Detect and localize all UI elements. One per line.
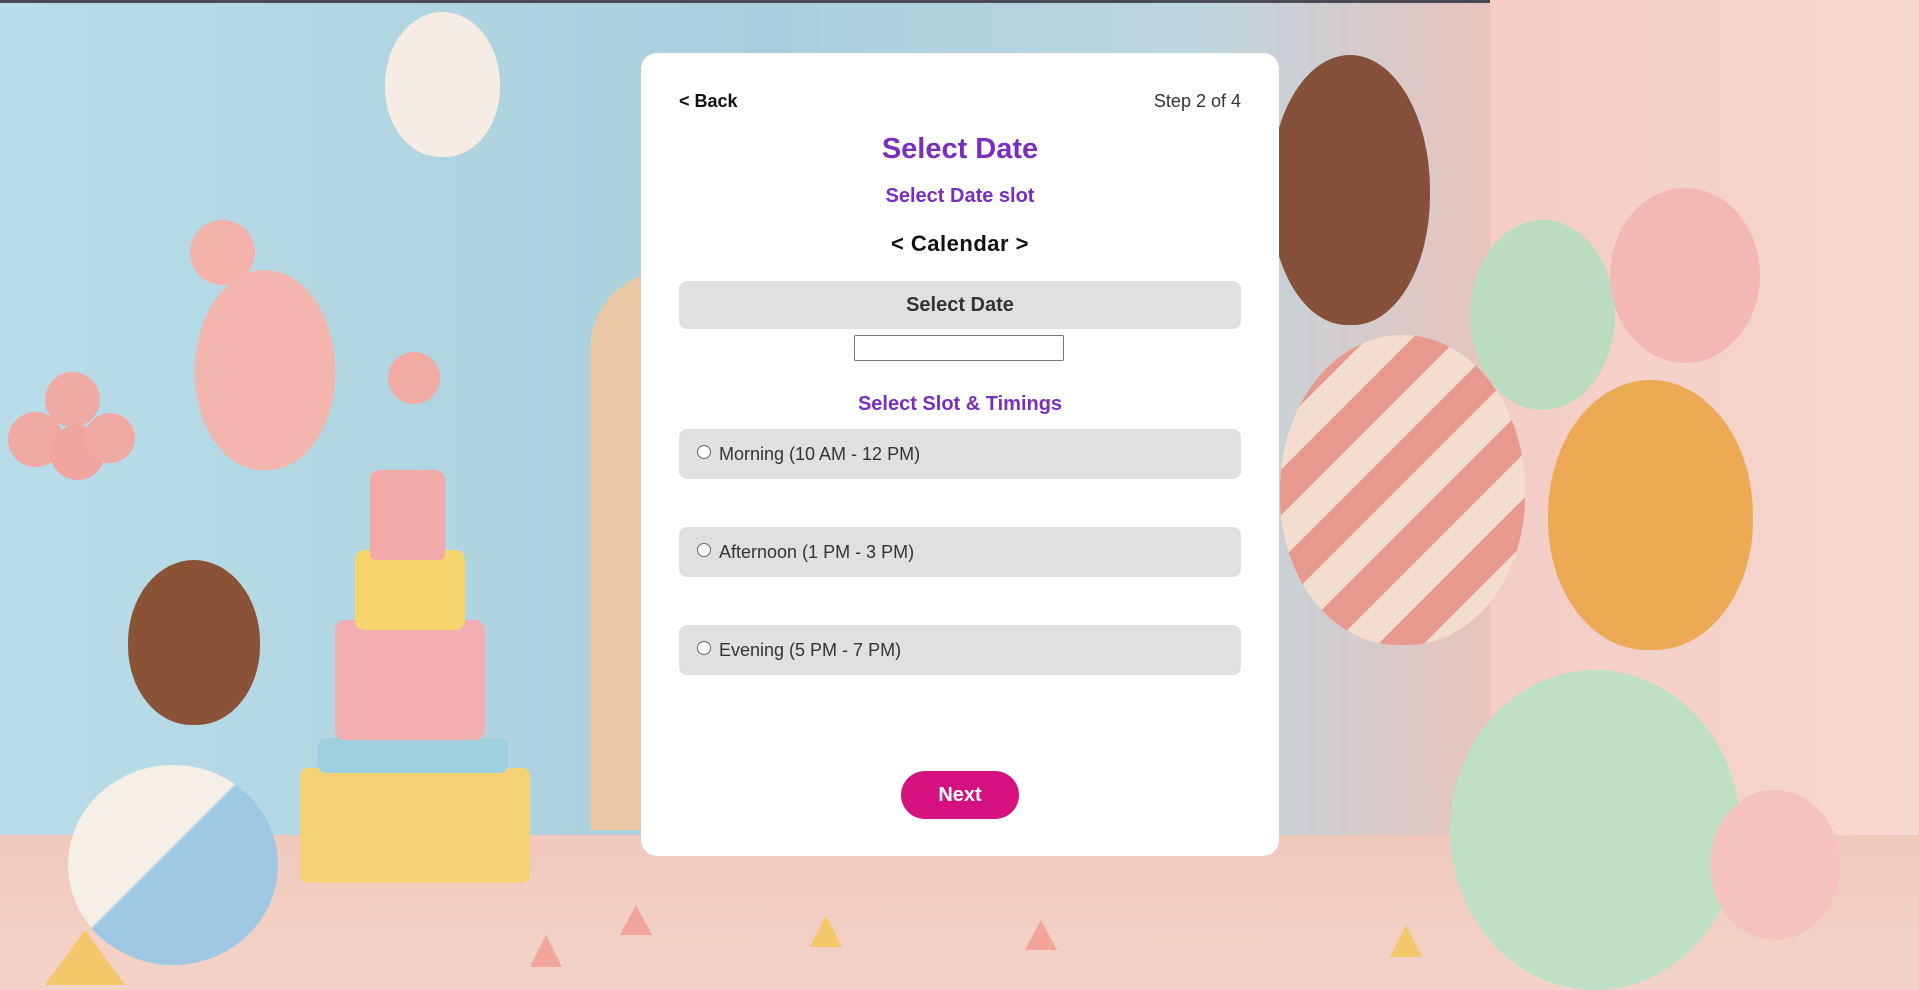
cone-decoration <box>810 915 842 947</box>
balloon-decoration <box>388 352 440 404</box>
balloon-decoration <box>195 270 335 470</box>
balloon-decoration <box>128 560 260 725</box>
date-selection-card: < Back Step 2 of 4 Select Date Select Da… <box>641 53 1279 856</box>
next-button[interactable]: Next <box>901 771 1019 819</box>
date-input[interactable] <box>854 335 1064 361</box>
balloon-decoration <box>1280 335 1525 645</box>
balloon-decoration <box>385 12 500 157</box>
cake-decoration <box>300 768 530 883</box>
balloon-decoration <box>45 372 100 427</box>
slot-section-title: Select Slot & Timings <box>857 393 1063 415</box>
page-title: Select Date <box>881 133 1039 165</box>
slot-label: Evening (5 PM - 7 PM) <box>719 639 902 660</box>
ball-decoration <box>1710 790 1840 940</box>
cone-decoration <box>45 930 125 985</box>
radio-button[interactable] <box>697 445 711 459</box>
slot-option-afternoon[interactable]: Afternoon (1 PM - 3 PM) <box>679 527 1241 577</box>
ball-decoration <box>1450 670 1740 990</box>
radio-button[interactable] <box>697 641 711 655</box>
calendar-nav[interactable]: < Calendar > <box>641 231 1279 257</box>
cake-decoration <box>335 620 485 740</box>
cake-decoration <box>355 550 465 630</box>
cake-decoration <box>318 738 508 773</box>
balloon-decoration <box>1610 188 1760 363</box>
slot-option-morning[interactable]: Morning (10 AM - 12 PM) <box>679 429 1241 479</box>
page-subtitle: Select Date slot <box>885 185 1035 207</box>
slot-label: Afternoon (1 PM - 3 PM) <box>719 541 915 562</box>
step-indicator: Step 2 of 4 <box>1153 91 1241 111</box>
radio-button[interactable] <box>697 543 711 557</box>
balloon-decoration <box>85 413 135 463</box>
slot-option-evening[interactable]: Evening (5 PM - 7 PM) <box>679 625 1241 675</box>
cone-decoration <box>1390 925 1422 957</box>
cone-decoration <box>1025 920 1057 950</box>
back-button[interactable]: < Back <box>679 91 738 112</box>
balloon-decoration <box>1270 55 1430 325</box>
cake-decoration <box>370 470 445 560</box>
cone-decoration <box>530 935 562 967</box>
balloon-decoration <box>190 220 255 285</box>
select-date-button[interactable]: Select Date <box>679 281 1241 329</box>
balloon-decoration <box>1548 380 1753 650</box>
slot-label: Morning (10 AM - 12 PM) <box>719 443 921 464</box>
cone-decoration <box>620 905 652 935</box>
balloon-decoration <box>1470 220 1615 410</box>
